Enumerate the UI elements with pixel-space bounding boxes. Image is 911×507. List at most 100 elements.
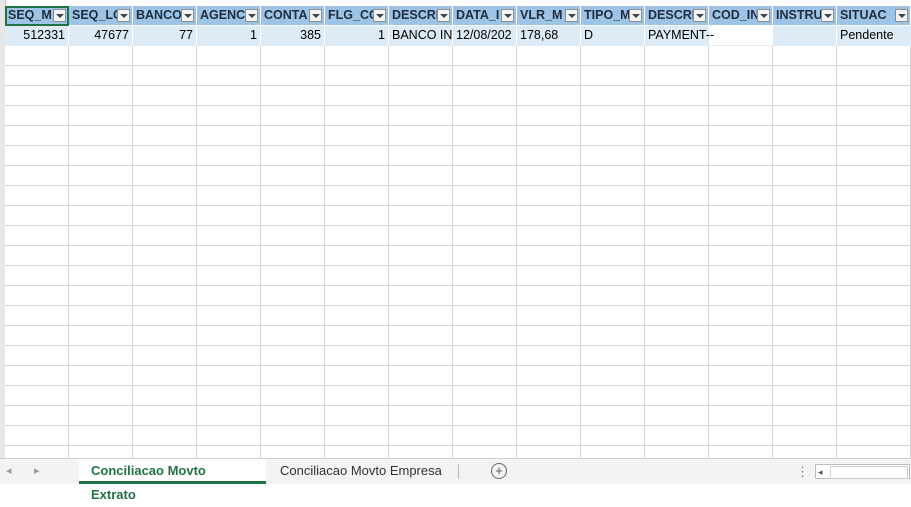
grid-cell[interactable] [517,266,581,286]
column-header[interactable]: DATA_I [453,6,517,26]
table-cell[interactable] [773,26,837,46]
grid-cell[interactable] [197,166,261,186]
grid-cell[interactable] [325,86,389,106]
grid-cell[interactable] [581,66,645,86]
grid-cell[interactable] [261,306,325,326]
grid-cell[interactable] [453,426,517,446]
grid-cell[interactable] [517,386,581,406]
grid-cell[interactable] [773,206,837,226]
grid-cell[interactable] [5,366,69,386]
grid-cell[interactable] [517,426,581,446]
grid-cell[interactable] [517,46,581,66]
grid-cell[interactable] [5,186,69,206]
grid-cell[interactable] [133,86,197,106]
grid-cell[interactable] [453,446,517,458]
table-cell[interactable] [709,26,773,46]
table-cell[interactable]: 385 [261,26,325,46]
more-options-icon[interactable]: ⋮ [796,464,809,480]
grid-cell[interactable] [517,446,581,458]
grid-cell[interactable] [197,326,261,346]
column-header[interactable]: VLR_M [517,6,581,26]
grid-cell[interactable] [325,146,389,166]
grid-cell[interactable] [261,446,325,458]
grid-cell[interactable] [453,106,517,126]
table-cell[interactable]: 47677 [69,26,133,46]
grid-cell[interactable] [837,186,911,206]
grid-cell[interactable] [325,66,389,86]
filter-dropdown-icon[interactable] [309,9,322,22]
next-sheet-icon[interactable]: ▸ [34,464,40,477]
prev-sheet-icon[interactable]: ◂ [6,464,12,477]
grid-cell[interactable] [197,186,261,206]
grid-cell[interactable] [517,126,581,146]
grid-cell[interactable] [197,246,261,266]
scrollbar-thumb[interactable] [830,466,908,479]
grid-cell[interactable] [709,266,773,286]
grid-cell[interactable] [133,446,197,458]
grid-cell[interactable] [773,106,837,126]
table-cell[interactable]: D [581,26,645,46]
grid-cell[interactable] [261,146,325,166]
grid-cell[interactable] [133,106,197,126]
grid-cell[interactable] [773,286,837,306]
grid-cell[interactable] [581,226,645,246]
grid-cell[interactable] [389,66,453,86]
grid-cell[interactable] [517,146,581,166]
grid-cell[interactable] [581,426,645,446]
grid-cell[interactable] [837,246,911,266]
grid-cell[interactable] [517,166,581,186]
grid-cell[interactable] [133,306,197,326]
grid-cell[interactable] [389,306,453,326]
grid-cell[interactable] [517,226,581,246]
table-cell[interactable]: 512331 [5,26,69,46]
grid-cell[interactable] [69,446,133,458]
grid-cell[interactable] [197,206,261,226]
grid-cell[interactable] [389,186,453,206]
grid-cell[interactable] [389,126,453,146]
grid-cell[interactable] [197,386,261,406]
grid-cell[interactable] [645,326,709,346]
grid-cell[interactable] [133,66,197,86]
grid-cell[interactable] [773,366,837,386]
grid-cell[interactable] [133,286,197,306]
grid-cell[interactable] [133,166,197,186]
grid-cell[interactable] [389,106,453,126]
grid-cell[interactable] [837,146,911,166]
grid-cell[interactable] [581,306,645,326]
grid-cell[interactable] [709,106,773,126]
grid-cell[interactable] [517,246,581,266]
grid-cell[interactable] [261,206,325,226]
grid-cell[interactable] [773,326,837,346]
filter-dropdown-icon[interactable] [821,9,834,22]
grid-cell[interactable] [389,346,453,366]
grid-cell[interactable] [453,306,517,326]
grid-cell[interactable] [773,306,837,326]
grid-cell[interactable] [261,426,325,446]
grid-cell[interactable] [517,206,581,226]
grid-cell[interactable] [5,426,69,446]
grid-cell[interactable] [69,126,133,146]
grid-cell[interactable] [325,166,389,186]
grid-cell[interactable] [773,386,837,406]
grid-cell[interactable] [325,366,389,386]
grid-cell[interactable] [709,146,773,166]
grid-cell[interactable] [645,126,709,146]
grid-cell[interactable] [69,266,133,286]
grid-cell[interactable] [837,306,911,326]
column-header[interactable]: COD_IN [709,6,773,26]
grid-cell[interactable] [69,46,133,66]
grid-cell[interactable] [69,326,133,346]
column-header[interactable]: CONTA [261,6,325,26]
grid-cell[interactable] [197,306,261,326]
grid-cell[interactable] [5,386,69,406]
grid-cell[interactable] [581,146,645,166]
grid-cell[interactable] [133,346,197,366]
column-header[interactable]: FLG_CC [325,6,389,26]
grid-cell[interactable] [453,46,517,66]
grid-cell[interactable] [453,166,517,186]
column-header[interactable]: DESCRI [389,6,453,26]
grid-cell[interactable] [325,186,389,206]
grid-cell[interactable] [197,426,261,446]
grid-cell[interactable] [453,186,517,206]
grid-cell[interactable] [645,426,709,446]
